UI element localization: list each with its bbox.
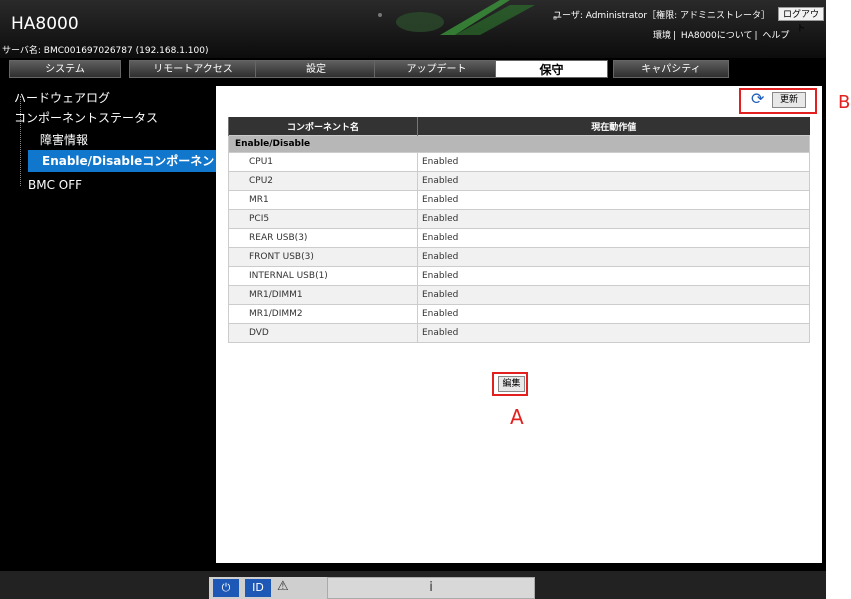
cell-component-name: PCI5: [228, 209, 418, 229]
main-content: ⟳ 更新 コンポーネント名 現在動作値 Enable/Disable CPU1 E…: [216, 86, 822, 563]
tab-maintenance[interactable]: 保守: [495, 60, 608, 78]
header: HA8000 サーバ名: BMC001697026787 (192.168.1.…: [0, 0, 826, 58]
tab-system[interactable]: システム: [9, 60, 121, 78]
main-tabs: システム リモートアクセス 設定 アップデート 保守 キャパシティ: [9, 60, 729, 78]
cell-component-name: INTERNAL USB(1): [228, 266, 418, 286]
annotation-b-box: [739, 88, 817, 114]
sidebar-item-hardware-log[interactable]: ハードウェアログ: [14, 89, 110, 106]
id-icon[interactable]: ID: [245, 579, 271, 597]
alert-icon: ⚠: [277, 579, 289, 594]
cell-current-value: Enabled: [417, 285, 810, 305]
cell-component-name: CPU2: [228, 171, 418, 191]
server-info: サーバ名: BMC001697026787 (192.168.1.100): [2, 46, 209, 56]
table-row: MR1 Enabled: [228, 190, 810, 210]
annotation-b-label: B: [838, 92, 851, 113]
cell-component-name: DVD: [228, 323, 418, 343]
annotation-a-box: [492, 372, 528, 396]
tab-settings[interactable]: 設定: [255, 60, 377, 78]
cell-current-value: Enabled: [417, 209, 810, 229]
app-window: HA8000 サーバ名: BMC001697026787 (192.168.1.…: [0, 0, 826, 599]
status-field: i: [327, 577, 535, 599]
table-row: PCI5 Enabled: [228, 209, 810, 229]
footer: ⏻ ID ⚠ i: [0, 571, 826, 599]
group-label: Enable/Disable: [228, 135, 810, 153]
cell-component-name: FRONT USB(3): [228, 247, 418, 267]
table-row: CPU2 Enabled: [228, 171, 810, 191]
footer-icon-bar: ⏻ ID ⚠: [209, 577, 329, 599]
sidebar: ハードウェアログ コンポーネントステータス 障害情報 Enable/Disabl…: [0, 86, 226, 563]
cell-component-name: REAR USB(3): [228, 228, 418, 248]
header-decoration: [378, 0, 557, 35]
app-title: HA8000: [11, 14, 79, 34]
sidebar-item-fault-info[interactable]: 障害情報: [40, 131, 88, 148]
header-links: 環境 | HA8000について | ヘルプ: [651, 31, 791, 41]
table-header-row: コンポーネント名 現在動作値: [228, 117, 810, 136]
sidebar-item-bmc-off[interactable]: BMC OFF: [28, 178, 82, 192]
header-component-name: コンポーネント名: [228, 117, 418, 136]
cell-component-name: CPU1: [228, 152, 418, 172]
table-row: MR1/DIMM1 Enabled: [228, 285, 810, 305]
cell-component-name: MR1/DIMM1: [228, 285, 418, 305]
cell-current-value: Enabled: [417, 171, 810, 191]
user-info: ユーザ: Administrator［権限: アドミニストレータ］: [553, 11, 770, 21]
cell-current-value: Enabled: [417, 152, 810, 172]
table-row: DVD Enabled: [228, 323, 810, 343]
table-row: INTERNAL USB(1) Enabled: [228, 266, 810, 286]
logout-button[interactable]: ログアウト: [778, 7, 824, 34]
sidebar-item-enable-disable[interactable]: Enable/Disableコンポーネント: [28, 150, 226, 172]
sidebar-item-component-status[interactable]: コンポーネントステータス: [14, 109, 158, 126]
tab-capacity[interactable]: キャパシティ: [613, 60, 729, 78]
cell-current-value: Enabled: [417, 228, 810, 248]
cell-current-value: Enabled: [417, 304, 810, 324]
header-current-value: 現在動作値: [417, 117, 810, 136]
tab-remote-access[interactable]: リモートアクセス: [129, 60, 257, 78]
annotation-a-label: A: [510, 405, 524, 429]
table-row: MR1/DIMM2 Enabled: [228, 304, 810, 324]
cell-current-value: Enabled: [417, 323, 810, 343]
cell-component-name: MR1: [228, 190, 418, 210]
table-row: FRONT USB(3) Enabled: [228, 247, 810, 267]
cell-current-value: Enabled: [417, 247, 810, 267]
table-row: CPU1 Enabled: [228, 152, 810, 172]
link-about[interactable]: HA8000について: [679, 31, 755, 41]
power-icon[interactable]: ⏻: [213, 579, 239, 597]
component-table: コンポーネント名 現在動作値 Enable/Disable CPU1 Enable…: [228, 117, 810, 343]
table-group-row: Enable/Disable: [228, 135, 810, 153]
link-help[interactable]: ヘルプ: [760, 31, 791, 41]
cell-current-value: Enabled: [417, 190, 810, 210]
cell-current-value: Enabled: [417, 266, 810, 286]
tab-update[interactable]: アップデート: [374, 60, 499, 78]
link-environment[interactable]: 環境: [651, 31, 673, 41]
cell-component-name: MR1/DIMM2: [228, 304, 418, 324]
table-row: REAR USB(3) Enabled: [228, 228, 810, 248]
